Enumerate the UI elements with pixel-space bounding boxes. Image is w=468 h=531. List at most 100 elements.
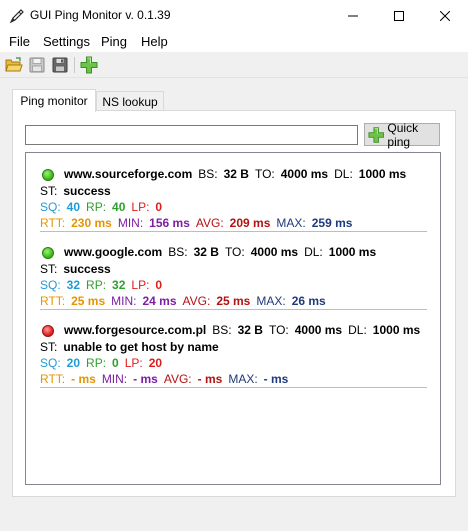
rtt-label: RTT: [40, 216, 66, 230]
counter-line: SQ: 40 RP: 40 LP: 0 [40, 200, 162, 214]
maximize-icon [394, 10, 404, 21]
min-label: MIN: [117, 216, 144, 230]
status-error-icon [42, 325, 54, 337]
open-button[interactable] [4, 55, 24, 75]
quick-ping-button[interactable]: Quick ping [364, 120, 440, 149]
rp-label: RP: [86, 278, 107, 292]
close-button[interactable] [422, 0, 468, 31]
sq-value: 20 [66, 356, 81, 370]
lp-value: 20 [148, 356, 163, 370]
st-label: ST: [40, 340, 58, 354]
maximize-button[interactable] [376, 0, 422, 31]
max-label: MAX: [276, 216, 306, 230]
rtt-label: RTT: [40, 372, 66, 386]
host-input[interactable] [25, 125, 358, 145]
min-value: - ms [133, 372, 158, 386]
add-icon [80, 56, 98, 74]
sq-value: 32 [66, 278, 81, 292]
entry-divider [40, 309, 427, 310]
to-value: 4000 ms [294, 323, 343, 337]
avg-label: AVG: [182, 294, 211, 308]
to-value: 4000 ms [250, 245, 299, 259]
rp-value: 32 [112, 278, 126, 292]
counter-line: SQ: 20 RP: 0 LP: 20 [40, 356, 162, 370]
quick-ping-label: Quick ping [387, 120, 419, 149]
open-folder-icon [5, 57, 23, 72]
avg-label: AVG: [195, 216, 224, 230]
pen-icon [8, 7, 26, 25]
sq-label: SQ: [40, 356, 61, 370]
minimize-icon [348, 15, 358, 16]
rtt-value: - ms [71, 372, 96, 386]
rtt-line: RTT: 25 ms MIN: 24 ms AVG: 25 ms MAX: 26 ms [40, 294, 326, 308]
status-line: ST: success [40, 262, 111, 276]
to-label: TO: [224, 245, 245, 259]
save-icon [29, 57, 45, 73]
st-value: success [63, 262, 111, 276]
lp-label: LP: [131, 200, 150, 214]
close-icon [440, 10, 450, 21]
st-value: unable to get host by name [63, 340, 219, 354]
min-value: 156 ms [149, 216, 190, 230]
rtt-line: RTT: 230 ms MIN: 156 ms AVG: 209 ms MAX: 259 ms [40, 216, 352, 230]
sq-label: SQ: [40, 200, 61, 214]
menu-ping[interactable]: Ping [101, 34, 127, 49]
lp-value: 0 [155, 278, 163, 292]
max-label: MAX: [228, 372, 258, 386]
bs-value: 32 B [223, 167, 249, 181]
lp-value: 0 [155, 200, 163, 214]
rp-value: 0 [112, 356, 119, 370]
rtt-value: 25 ms [71, 294, 106, 308]
avg-value: - ms [197, 372, 223, 386]
menu-bar: File Settings Ping Help [0, 31, 468, 52]
rtt-line: RTT: - ms MIN: - ms AVG: - ms MAX: - ms [40, 372, 288, 386]
status-ok-icon [42, 169, 54, 181]
avg-label: AVG: [163, 372, 192, 386]
list-item[interactable]: www.forgesource.com.pl BS: 32 B TO: 4000 ms D… [40, 323, 427, 388]
host-name: www.sourceforge.com [64, 167, 193, 181]
bs-label: BS: [198, 167, 218, 181]
list-item[interactable]: www.google.com BS: 32 B TO: 4000 ms DL: 1000 m… [40, 245, 427, 310]
dl-value: 1000 ms [358, 167, 407, 181]
rtt-label: RTT: [40, 294, 66, 308]
rp-label: RP: [86, 356, 107, 370]
max-value: 26 ms [291, 294, 326, 308]
minimize-button[interactable] [330, 0, 376, 31]
status-ok-icon [42, 247, 54, 259]
save-as-button[interactable] [50, 55, 70, 75]
menu-help[interactable]: Help [141, 34, 168, 49]
dl-label: DL: [348, 323, 367, 337]
avg-value: 209 ms [229, 216, 271, 230]
toolbar [0, 52, 468, 78]
menu-settings[interactable]: Settings [43, 34, 90, 49]
add-host-button[interactable] [79, 55, 99, 75]
st-value: success [63, 184, 111, 198]
max-value: 259 ms [311, 216, 353, 230]
save-as-icon [52, 57, 68, 73]
tab-ping-monitor[interactable]: Ping monitor [12, 89, 96, 112]
dl-label: DL: [304, 245, 323, 259]
max-value: - ms [263, 372, 289, 386]
sq-label: SQ: [40, 278, 61, 292]
list-item[interactable]: www.sourceforge.com BS: 32 B TO: 4000 ms DL: 1… [40, 167, 427, 232]
entry-header: www.forgesource.com.pl BS: 32 B TO: 4000 ms D… [40, 323, 420, 337]
rp-label: RP: [86, 200, 107, 214]
toolbar-separator [74, 57, 75, 73]
entry-header: www.sourceforge.com BS: 32 B TO: 4000 ms DL: 1… [40, 167, 406, 181]
tab-label: NS lookup [102, 95, 158, 109]
tab-ns-lookup[interactable]: NS lookup [96, 91, 164, 112]
min-value: 24 ms [142, 294, 177, 308]
st-label: ST: [40, 184, 58, 198]
min-label: MIN: [101, 372, 128, 386]
host-name: www.forgesource.com.pl [64, 323, 207, 337]
save-button[interactable] [27, 55, 47, 75]
ping-results-list[interactable]: www.sourceforge.com BS: 32 B TO: 4000 ms DL: 1… [25, 152, 441, 485]
counter-line: SQ: 32 RP: 32 LP: 0 [40, 278, 162, 292]
rtt-value: 230 ms [71, 216, 112, 230]
lp-label: LP: [131, 278, 150, 292]
bs-value: 32 B [237, 323, 263, 337]
dl-value: 1000 ms [372, 323, 421, 337]
bs-label: BS: [212, 323, 232, 337]
menu-file[interactable]: File [9, 34, 30, 49]
host-name: www.google.com [64, 245, 163, 259]
